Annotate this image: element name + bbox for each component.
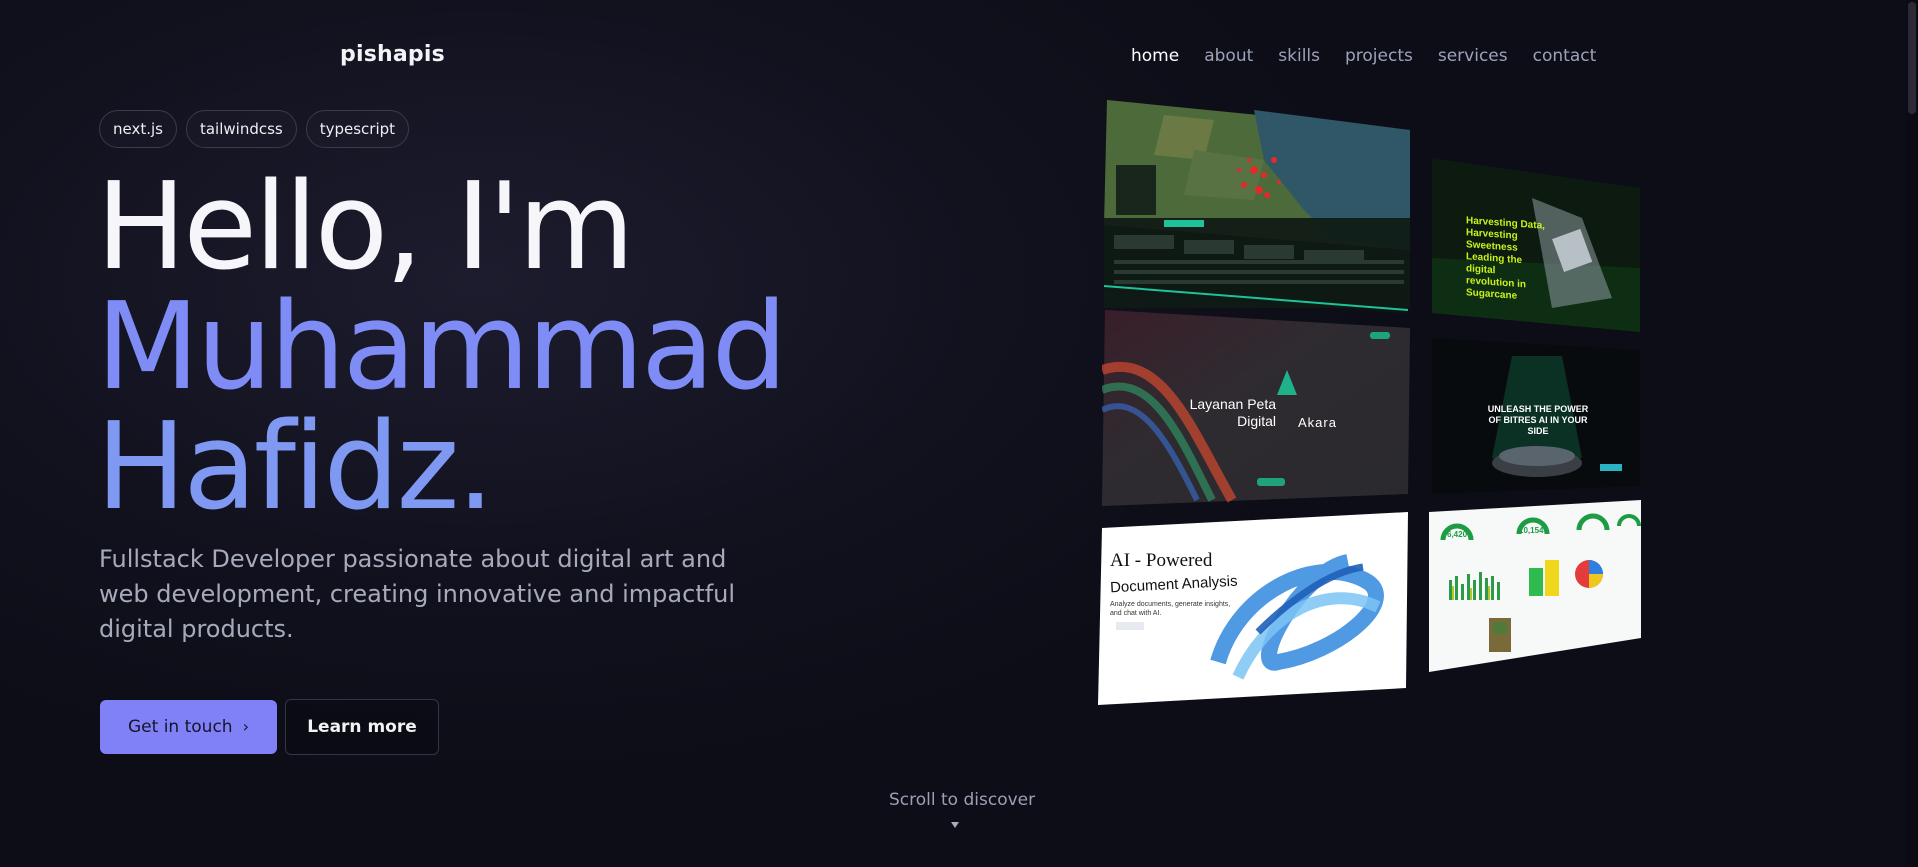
dashboard-stat-2: 10,154 — [1519, 526, 1544, 535]
learn-more-button[interactable]: Learn more — [285, 699, 439, 755]
scrollbar-thumb[interactable] — [1908, 2, 1916, 114]
project-card-ai-document-analysis[interactable]: AI - Powered Document Analysis Analyze d… — [1098, 512, 1408, 705]
bitres-headline: UNLEASH THE POWER OF BITRES AI IN YOUR S… — [1487, 404, 1589, 436]
project-card-sugarcane[interactable]: Harvesting Data, Harvesting Sweetness Le… — [1432, 158, 1640, 332]
chevron-right-icon: › — [242, 716, 249, 736]
brand-logo[interactable]: pishapis — [340, 42, 445, 67]
project-card-akara[interactable]: Layanan Peta Digital Akara — [1102, 310, 1410, 506]
tag-typescript: typescript — [305, 110, 410, 148]
tech-tags: next.js tailwindcss typescript — [99, 110, 410, 148]
nav-projects[interactable]: projects — [1345, 46, 1413, 66]
get-in-touch-label: Get in touch — [128, 717, 233, 737]
map-dashboard-screenshot — [1104, 100, 1410, 314]
scroll-hint[interactable]: Scroll to discover — [889, 790, 1035, 810]
akara-title-right: Akara — [1298, 415, 1337, 430]
nav-services[interactable]: services — [1438, 46, 1508, 66]
nav-skills[interactable]: skills — [1278, 46, 1320, 66]
dashboard-stat-1: 6,420 — [1447, 530, 1468, 539]
akara-title-left: Layanan Peta Digital — [1189, 396, 1276, 429]
hero-heading: Hello, I'm Muhammad Hafidz. — [96, 158, 788, 537]
project-card-analytics-dashboard[interactable]: 6,420 10,154 — [1429, 500, 1641, 672]
scrollbar[interactable] — [1906, 0, 1918, 867]
hero-greeting: Hello, I'm — [96, 158, 635, 297]
caret-down-icon[interactable] — [951, 822, 959, 828]
nav-about[interactable]: about — [1204, 46, 1253, 66]
ai-document-title-1: AI - Powered — [1110, 550, 1213, 571]
get-in-touch-button[interactable]: Get in touch › — [100, 700, 277, 754]
tag-nextjs: next.js — [99, 110, 177, 148]
top-navigation: home about skills projects services cont… — [1131, 46, 1596, 66]
ai-document-description: Analyze documents, generate insights, an… — [1110, 601, 1231, 617]
project-card-map-dashboard[interactable] — [1104, 100, 1410, 314]
hero-last-name: Hafidz. — [96, 398, 495, 537]
tag-tailwindcss: tailwindcss — [185, 110, 297, 148]
hero-first-name: Muhammad — [96, 278, 788, 417]
hero-subtitle: Fullstack Developer passionate about dig… — [99, 545, 736, 643]
sugarcane-headline: Harvesting Data, Harvesting Sweetness Le… — [1466, 215, 1545, 302]
nav-contact[interactable]: contact — [1533, 46, 1597, 66]
project-card-bitres-ai[interactable]: UNLEASH THE POWER OF BITRES AI IN YOUR S… — [1432, 338, 1640, 494]
nav-home[interactable]: home — [1131, 46, 1179, 66]
